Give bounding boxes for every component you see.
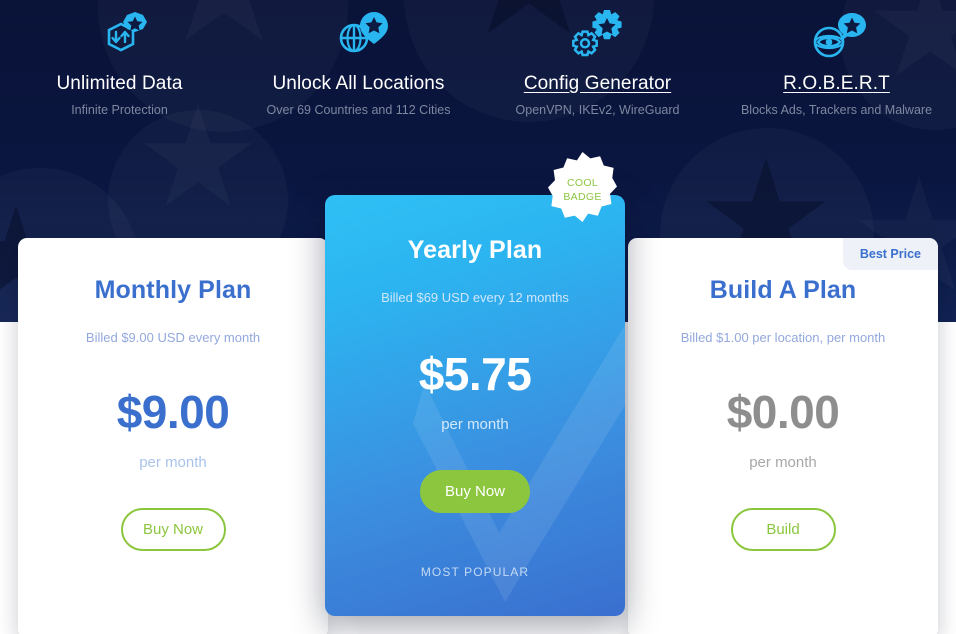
plan-billed-text: Billed $1.00 per location, per month	[680, 330, 886, 345]
plan-billed-text: Billed $9.00 USD every month	[85, 330, 261, 345]
plan-title: Build A Plan	[709, 276, 857, 304]
plan-title: Yearly Plan	[407, 236, 543, 264]
plan-price-period: per month	[139, 454, 207, 471]
plan-card-yearly[interactable]: Yearly Plan Billed $69 USD every 12 mont…	[325, 195, 625, 616]
best-price-badge: Best Price	[842, 238, 938, 270]
plan-billed-text: Billed $69 USD every 12 months	[381, 290, 569, 305]
plan-title: Monthly Plan	[94, 276, 252, 304]
cool-badge: COOL BADGE	[548, 152, 617, 228]
cool-badge-line-1: COOL	[567, 177, 598, 189]
plan-price: $9.00	[116, 386, 230, 438]
plan-card-monthly[interactable]: Monthly Plan Billed $9.00 USD every mont…	[18, 238, 328, 634]
plan-card-build[interactable]: Best Price Build A Plan Billed $1.00 per…	[628, 238, 938, 634]
buy-now-button[interactable]: Buy Now	[120, 508, 226, 551]
plan-price: $5.75	[418, 348, 532, 400]
plan-price-period: per month	[441, 416, 509, 433]
build-button[interactable]: Build	[730, 508, 836, 551]
most-popular-label: MOST POPULAR	[420, 565, 530, 579]
cool-badge-text: COOL BADGE	[548, 152, 617, 228]
plan-price: $0.00	[726, 386, 840, 438]
cool-badge-line-2: BADGE	[563, 191, 602, 203]
pricing-page: Unlimited Data Infinite Protection Unloc…	[0, 0, 956, 634]
pricing-cards: Monthly Plan Billed $9.00 USD every mont…	[0, 0, 956, 634]
plan-price-period: per month	[749, 454, 817, 471]
buy-now-button[interactable]: Buy Now	[420, 470, 530, 513]
